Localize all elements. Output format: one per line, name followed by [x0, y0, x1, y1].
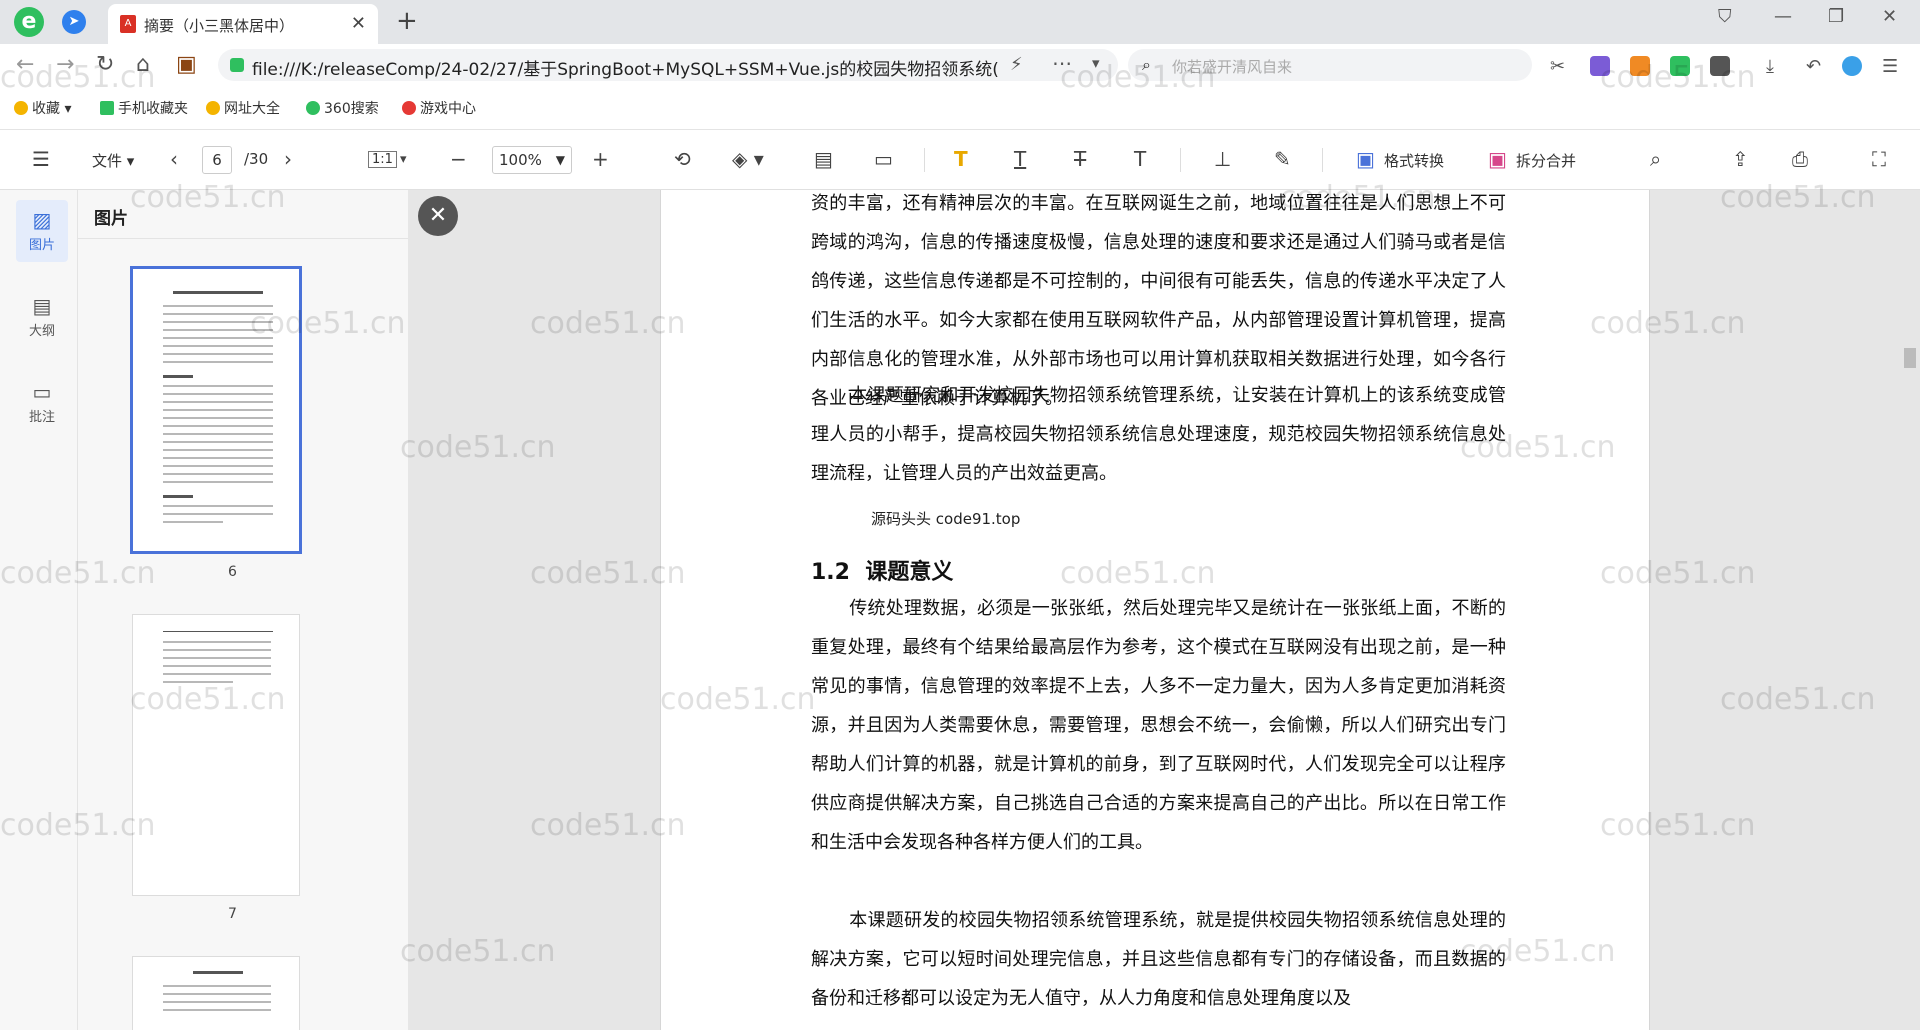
- find-icon[interactable]: ⌕: [1650, 147, 1661, 171]
- bookmark-sites[interactable]: 网址大全: [206, 98, 280, 118]
- send-icon[interactable]: ➤: [62, 10, 86, 34]
- sidebar-toggle-icon[interactable]: ☰: [32, 147, 50, 171]
- annotation-icon: ▭: [32, 380, 52, 404]
- add-text-icon[interactable]: T: [1134, 147, 1146, 171]
- close-panel-button[interactable]: ✕: [418, 196, 458, 236]
- rail-annotations[interactable]: ▭ 批注: [16, 372, 68, 434]
- new-tab-icon[interactable]: +: [396, 6, 418, 36]
- extension-icon[interactable]: [1710, 56, 1730, 76]
- fit-dropdown-icon[interactable]: ▾: [400, 152, 407, 167]
- print-icon[interactable]: ⎙: [1792, 147, 1808, 171]
- download-icon[interactable]: ⤓: [1766, 56, 1786, 77]
- thumbnail-page-7[interactable]: [132, 614, 300, 896]
- window-close-icon[interactable]: ✕: [1882, 6, 1897, 27]
- minimize-icon[interactable]: —: [1774, 6, 1792, 27]
- document-viewer: 资的丰富，还有精神层次的丰富。在互联网诞生之前，地域位置往往是人们思想上不可跨域…: [408, 190, 1920, 1030]
- page-view-icon[interactable]: ▤: [814, 147, 833, 171]
- next-page-icon[interactable]: ›: [284, 147, 292, 171]
- tab-close-icon[interactable]: ✕: [351, 13, 366, 34]
- thumbnail-label-7: 7: [228, 906, 237, 922]
- url-bar[interactable]: file:///K:/releaseComp/24-02/27/基于Spring…: [218, 49, 1118, 81]
- convert-icon: ▣: [1356, 147, 1375, 171]
- paragraph-2: 本课题研究和开发校园失物招领系统管理系统，让安装在计算机上的该系统变成管理人员的…: [811, 385, 1506, 484]
- stamp-icon[interactable]: ⊥: [1214, 147, 1231, 171]
- search-icon: ⌕: [1142, 55, 1151, 74]
- shirt-icon[interactable]: ⛉: [1718, 6, 1732, 27]
- search-placeholder: 你若盛开清风自来: [1172, 58, 1293, 76]
- thumbnail-panel: 图片 6 7: [78, 190, 483, 1030]
- browser-tab-bar: e ➤ A 摘要（小三黑体居中） ✕ + ⛉ — ❐ ✕: [0, 0, 1920, 44]
- file-menu[interactable]: 文件 ▾: [92, 150, 134, 171]
- bookmark-mobile[interactable]: 手机收藏夹: [100, 98, 188, 118]
- left-rail: ▨ 图片 ▤ 大纲 ▭ 批注: [0, 190, 78, 1030]
- section-heading: 1.2 课题意义: [811, 560, 954, 585]
- translate-icon[interactable]: [1590, 56, 1610, 76]
- bookmark-favorites[interactable]: 收藏 ▾: [14, 98, 71, 118]
- back-icon[interactable]: ←: [16, 52, 34, 77]
- sync-icon[interactable]: [1842, 56, 1862, 76]
- prev-page-icon[interactable]: ‹: [170, 147, 178, 171]
- split-merge-icon: ▣: [1488, 147, 1507, 171]
- rotate-icon[interactable]: ⟲: [674, 147, 691, 171]
- zoom-out-icon[interactable]: −: [450, 147, 467, 171]
- address-bar-row: ← → ↻ ⌂ ▣ file:///K:/releaseComp/24-02/2…: [0, 44, 1920, 86]
- paragraph-3: 传统处理数据，必须是一张张纸，然后处理完毕又是统计在一张张纸上面，不断的重复处理…: [811, 598, 1506, 853]
- game-icon[interactable]: [1630, 56, 1650, 76]
- fill-color-icon[interactable]: ◈ ▾: [732, 147, 764, 171]
- secure-icon: [230, 58, 244, 72]
- strikethrough-text-icon[interactable]: T: [1074, 147, 1086, 171]
- pdf-page: 资的丰富，还有精神层次的丰富。在互联网诞生之前，地域位置往往是人们思想上不可跨域…: [660, 190, 1650, 1030]
- signature-icon[interactable]: ✎: [1274, 147, 1291, 171]
- browser-logo-icon[interactable]: e: [14, 7, 44, 37]
- menu-icon[interactable]: ☰: [1882, 56, 1902, 77]
- convert-button[interactable]: 格式转换: [1384, 150, 1444, 171]
- thumbnail-label-6: 6: [228, 564, 237, 580]
- comment-icon[interactable]: ▭: [874, 147, 893, 171]
- viewer-scrollbar[interactable]: [1904, 348, 1916, 368]
- fullscreen-icon[interactable]: ⛶: [1872, 147, 1886, 171]
- bookmark-games[interactable]: 游戏中心: [402, 98, 476, 118]
- thumbnail-page-6[interactable]: [130, 266, 302, 554]
- search-box[interactable]: ⌕ 你若盛开清风自来: [1128, 49, 1532, 81]
- page-total: /30: [244, 150, 269, 168]
- pdf-icon: A: [120, 15, 136, 33]
- thumbnail-page-8[interactable]: [132, 956, 300, 1030]
- bookmarks-bar: 收藏 ▾ 手机收藏夹 网址大全 360搜索 游戏中心: [0, 86, 1920, 130]
- rail-outline[interactable]: ▤ 大纲: [16, 286, 68, 348]
- paragraph-4: 本课题研发的校园失物招领系统管理系统，就是提供校园失物招领系统信息处理的解决方案…: [811, 910, 1506, 1009]
- tab-title: 摘要（小三黑体居中）: [144, 17, 295, 35]
- wallet-icon[interactable]: ▣: [176, 52, 197, 77]
- highlight-text-icon[interactable]: T: [954, 147, 968, 171]
- actual-size-button[interactable]: 1:1: [368, 151, 397, 168]
- image-icon: ▨: [32, 208, 52, 232]
- zoom-in-icon[interactable]: +: [592, 147, 609, 171]
- scissors-icon[interactable]: ✂: [1550, 56, 1570, 77]
- source-note: 源码头头 code91.top: [871, 510, 1021, 528]
- bookmark-360search[interactable]: 360搜索: [306, 98, 379, 118]
- home-icon[interactable]: ⌂: [136, 52, 150, 77]
- chevron-down-icon[interactable]: ▾: [1092, 54, 1100, 72]
- zoom-select[interactable]: 100% ▼: [492, 146, 572, 174]
- tab-active[interactable]: A 摘要（小三黑体居中） ✕: [108, 4, 378, 44]
- book-icon[interactable]: [1670, 56, 1690, 76]
- save-icon[interactable]: ⇪: [1732, 147, 1749, 171]
- url-text: file:///K:/releaseComp/24-02/27/基于Spring…: [252, 60, 999, 80]
- undo-icon[interactable]: ↶: [1806, 56, 1826, 77]
- more-icon[interactable]: ⋯: [1052, 51, 1072, 75]
- page-number-input[interactable]: 6: [202, 146, 232, 174]
- forward-icon[interactable]: →: [56, 52, 74, 77]
- underline-text-icon[interactable]: T: [1014, 147, 1026, 171]
- thumbnail-header: 图片: [94, 209, 128, 229]
- split-merge-button[interactable]: 拆分合并: [1516, 150, 1576, 171]
- lightning-icon[interactable]: ⚡: [1010, 54, 1023, 75]
- pdf-toolbar: ☰ 文件 ▾ ‹ 6 /30 › 1:1 ▾ − 100% ▼ + ⟲ ◈ ▾ ▤…: [0, 130, 1920, 190]
- restore-icon[interactable]: ❐: [1828, 6, 1844, 27]
- outline-icon: ▤: [32, 294, 52, 318]
- reload-icon[interactable]: ↻: [96, 52, 114, 77]
- rail-images[interactable]: ▨ 图片: [16, 200, 68, 262]
